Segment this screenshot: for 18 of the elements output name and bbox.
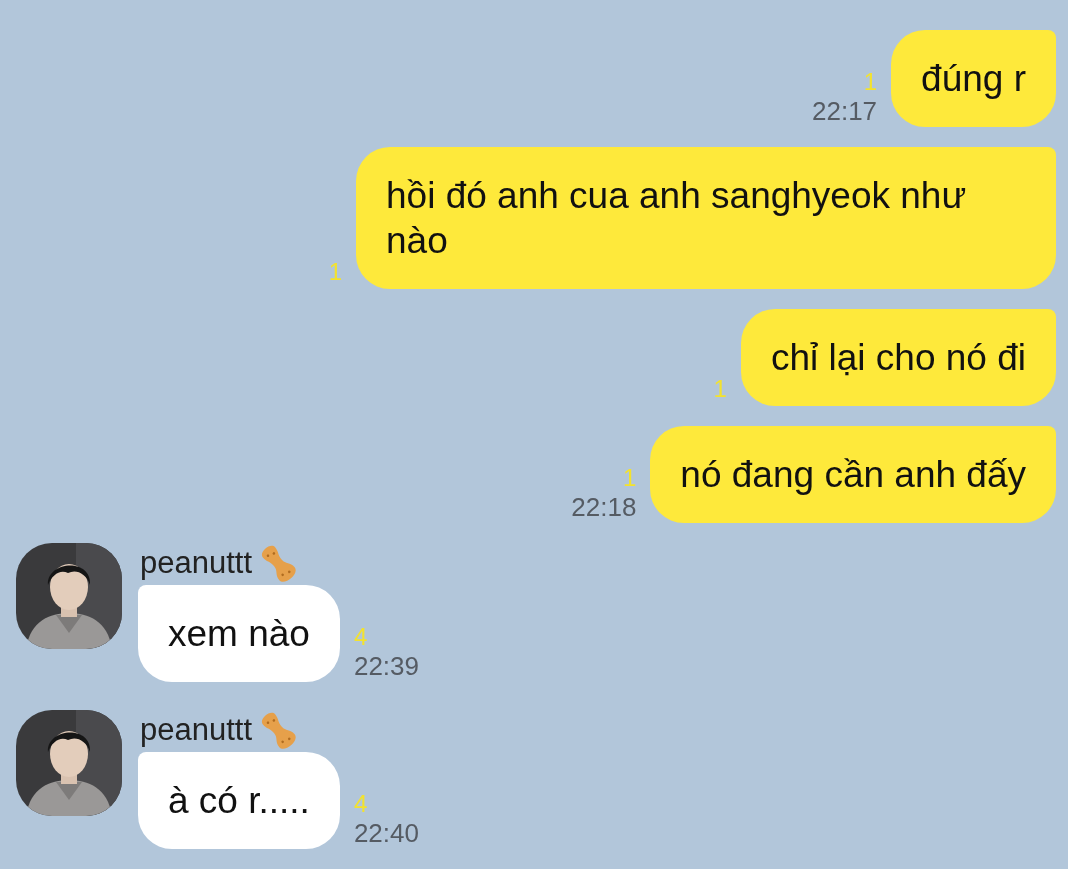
message-bubble: xem nào [138,585,340,682]
sender-name: peanuttt [140,544,253,582]
message-bubble: hồi đó anh cua anh sanghyeok như nào [356,147,1056,289]
unread-count: 4 [353,622,368,652]
message-time: 22:17 [812,97,878,125]
message-bubble: nó đang cần anh đấy [650,426,1056,523]
message-bubble: chỉ lại cho nó đi [740,309,1056,406]
unread-count: 1 [328,257,342,287]
message-bubble: đúng r [891,30,1056,127]
message-bubble: à có r..... [138,752,340,849]
unread-count: 1 [623,463,637,493]
message-time: 22:40 [353,819,419,847]
unread-count: 1 [863,67,878,97]
message-time: 22:18 [571,493,637,521]
unread-count: 1 [713,374,727,404]
sender-name: peanuttt [140,711,253,749]
unread-count: 4 [353,789,368,819]
message-time: 22:39 [353,652,419,680]
